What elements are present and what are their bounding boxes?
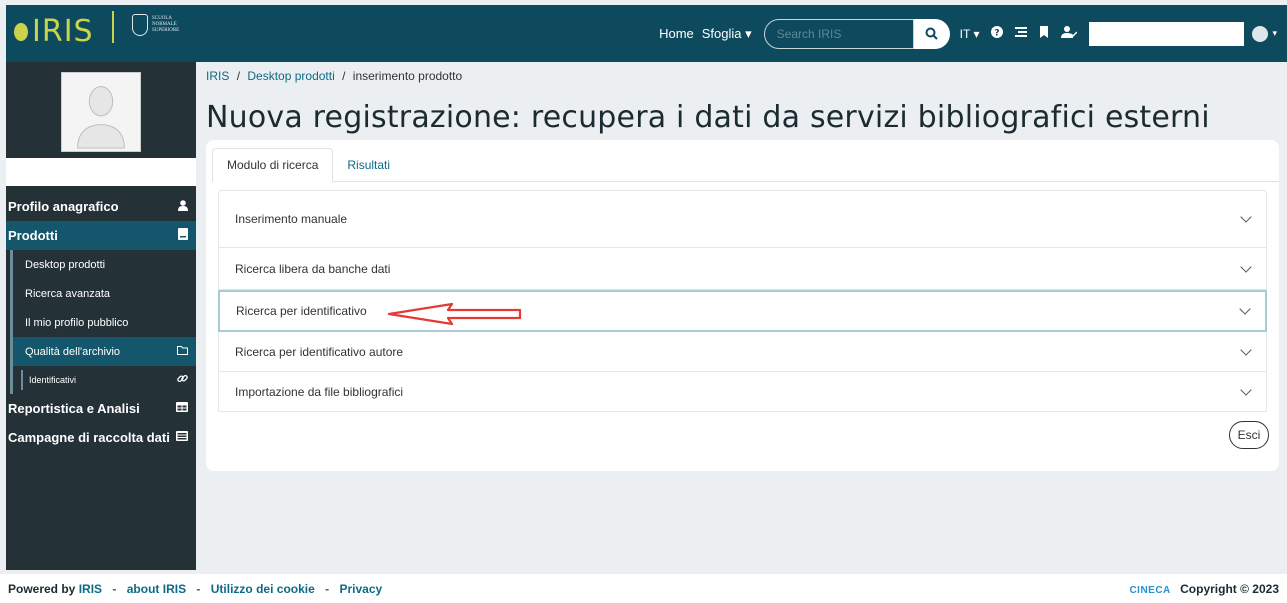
main-panel: Modulo di ricerca Risultati Inserimento … [206, 140, 1279, 471]
sidebar-item-label: Prodotti [8, 228, 58, 243]
accordion-ricerca-identificativo-autore[interactable]: Ricerca per identificativo autore [218, 332, 1267, 372]
user-badge-icon[interactable] [1061, 26, 1078, 41]
accordion-inserimento-manuale[interactable]: Inserimento manuale [218, 190, 1267, 248]
chevron-down-icon [1240, 383, 1252, 396]
footer-about-link[interactable]: about IRIS [127, 582, 186, 596]
iris-logo-text: IRIS [32, 14, 94, 49]
sidebar-item-campagne[interactable]: Campagne di raccolta dati [6, 423, 196, 452]
search-input[interactable] [763, 18, 914, 49]
tab-modulo-di-ricerca[interactable]: Modulo di ricerca [212, 148, 334, 182]
sidebar-item-profilo-pubblico[interactable]: Il mio profilo pubblico [10, 308, 196, 337]
footer-cookie-link[interactable]: Utilizzo dei cookie [211, 582, 315, 596]
help-icon[interactable]: ? [991, 26, 1004, 41]
chevron-down-icon[interactable]: ▾ [1272, 28, 1277, 39]
sidebar-item-reportistica[interactable]: Reportistica e Analisi [6, 394, 196, 423]
user-silhouette-icon [62, 73, 140, 150]
crest-icon [132, 14, 148, 36]
sidebar-item-identificativi[interactable]: Identificativi [10, 366, 196, 394]
language-dropdown[interactable]: IT ▾ [960, 27, 980, 41]
list-icon[interactable] [1015, 26, 1028, 41]
iris-logo[interactable]: IRIS [14, 17, 94, 47]
breadcrumb-separator: / [236, 69, 241, 83]
accordion-label: Inserimento manuale [235, 212, 348, 226]
chevron-down-icon [1239, 303, 1251, 315]
footer-privacy-link[interactable]: Privacy [339, 582, 382, 596]
sidebar-item-label: Reportistica e Analisi [8, 401, 140, 416]
nav-right: Home Sfoglia ▾ IT ▾ ? ▾ [659, 5, 1287, 62]
footer-separator: - [325, 581, 330, 596]
top-navbar: IRIS SCUOLA NORMALE SUPERIORE Home Sfogl… [6, 5, 1287, 62]
copyright-text: Copyright © 2023 [1180, 581, 1279, 596]
footer-separator: - [112, 581, 117, 596]
user-icon [178, 199, 188, 214]
search-button[interactable] [913, 18, 950, 49]
tab-risultati[interactable]: Risultati [333, 148, 404, 182]
sidebar-item-desktop-prodotti[interactable]: Desktop prodotti [10, 250, 196, 279]
page-title: Nuova registrazione: recupera i dati da … [206, 100, 1210, 135]
sidebar-item-label: Identificativi [29, 375, 77, 385]
breadcrumb-separator: / [342, 69, 346, 83]
logo-divider [112, 11, 114, 43]
sidebar-item-label: Il mio profilo pubblico [25, 316, 129, 329]
nav-browse-dropdown[interactable]: Sfoglia ▾ [702, 26, 752, 42]
iris-logo-mark-icon [14, 23, 28, 41]
footer-iris-link[interactable]: IRIS [79, 582, 102, 596]
accordion-label: Ricerca per identificativo autore [235, 344, 404, 359]
profile-name-field [6, 158, 196, 186]
accordion-label: Importazione da file bibliografici [235, 384, 404, 399]
cineca-logo[interactable]: CINECA [1129, 585, 1170, 596]
institution-name: SCUOLA NORMALE SUPERIORE [152, 16, 180, 33]
footer-separator: - [196, 581, 201, 596]
sidebar-item-qualita-archivio[interactable]: Qualità dell'archivio [10, 337, 196, 366]
profile-area [6, 62, 196, 158]
chevron-down-icon [1240, 260, 1252, 273]
bookmark-icon[interactable] [1039, 26, 1049, 41]
red-annotation-arrow-icon [388, 303, 522, 325]
folder-icon [177, 345, 188, 358]
sidebar-item-label: Ricerca avanzata [25, 287, 110, 300]
footer-powered-by: Powered by [8, 581, 76, 596]
sidebar-item-label: Qualità dell'archivio [25, 345, 121, 358]
search-icon [925, 27, 938, 40]
sidebar-item-label: Desktop prodotti [25, 258, 106, 271]
list-icon [176, 431, 188, 444]
sidebar-item-label: Profilo anagrafico [8, 199, 119, 214]
sidebar: Profilo anagrafico Prodotti Desktop prod… [6, 62, 196, 570]
breadcrumb-home-link[interactable]: IRIS [206, 69, 229, 83]
svg-text:?: ? [995, 29, 1000, 39]
sidebar-item-prodotti[interactable]: Prodotti [6, 221, 196, 250]
user-avatar-icon[interactable] [1252, 25, 1269, 42]
breadcrumb-parent-link[interactable]: Desktop prodotti [247, 69, 334, 83]
sidebar-item-ricerca-avanzata[interactable]: Ricerca avanzata [10, 279, 196, 308]
accordion-label: Ricerca libera da banche dati [235, 261, 391, 276]
footer-copyright: CINECA Copyright © 2023 [1129, 582, 1279, 596]
profile-picture[interactable] [61, 72, 141, 152]
accordion-ricerca-libera[interactable]: Ricerca libera da banche dati [218, 248, 1267, 290]
footer-links: Powered by IRIS - about IRIS - Utilizzo … [8, 582, 382, 596]
accordion-importazione-file[interactable]: Importazione da file bibliografici [218, 372, 1267, 412]
accordion-ricerca-per-identificativo[interactable]: Ricerca per identificativo [218, 290, 1267, 332]
link-icon [177, 373, 188, 387]
footer: Powered by IRIS - about IRIS - Utilizzo … [0, 574, 1287, 603]
sidebar-item-profilo-anagrafico[interactable]: Profilo anagrafico [6, 192, 196, 221]
search-accordion: Inserimento manuale Ricerca libera da ba… [218, 190, 1267, 412]
table-icon [176, 402, 188, 415]
breadcrumb-current: inserimento prodotto [352, 69, 463, 83]
user-name-box[interactable] [1089, 21, 1245, 46]
chevron-down-icon [1240, 211, 1252, 223]
book-icon [178, 228, 188, 243]
breadcrumb: IRIS / Desktop prodotti / inserimento pr… [206, 69, 462, 83]
exit-button[interactable]: Esci [1229, 421, 1269, 449]
institution-logo[interactable]: SCUOLA NORMALE SUPERIORE [132, 14, 182, 36]
tab-bar: Modulo di ricerca Risultati [212, 148, 404, 182]
nav-home-link[interactable]: Home [659, 26, 694, 41]
chevron-down-icon [1240, 343, 1252, 356]
sidebar-item-label: Campagne di raccolta dati [8, 430, 170, 445]
accordion-label: Ricerca per identificativo [236, 304, 367, 318]
